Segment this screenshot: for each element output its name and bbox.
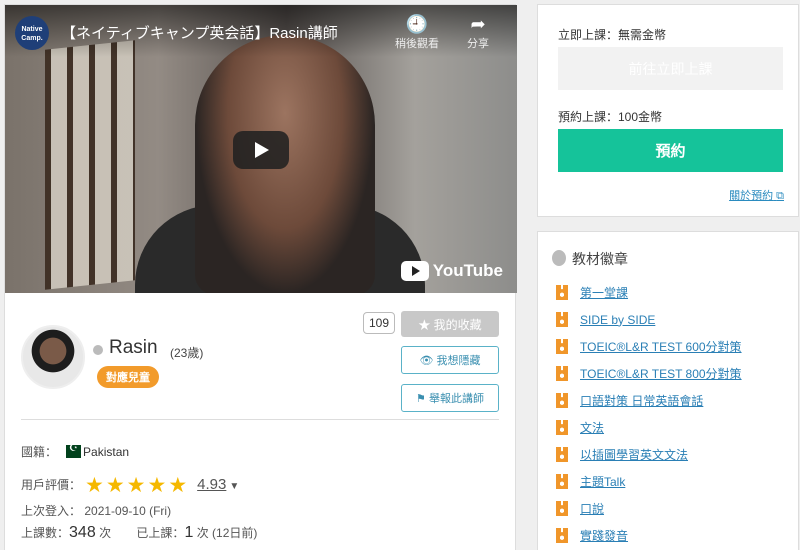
- badge-list-item[interactable]: TOEIC®L&R TEST 600分對策: [556, 333, 742, 360]
- reserve-button[interactable]: 預約: [558, 129, 783, 172]
- last-login-label: 上次登入：: [21, 504, 82, 518]
- country-label: 國籍：: [21, 445, 58, 459]
- badge-list-item[interactable]: 口語對策 日常英語會話: [556, 387, 742, 414]
- teacher-panel: Native Camp. 【ネイティブキャンプ英会話】Rasin講師 🕘 稍後觀…: [4, 4, 517, 550]
- external-link-icon: ⧉: [776, 190, 784, 202]
- badge-list-item[interactable]: 文法: [556, 414, 742, 441]
- taken-unit: 次 (12日前): [196, 526, 258, 540]
- rating-score[interactable]: 4.93: [197, 476, 226, 493]
- divider: [21, 419, 499, 420]
- lessons-unit: 次: [99, 526, 112, 540]
- share-button[interactable]: ➦ 分享: [453, 13, 503, 51]
- country-row: 國籍： Pakistan: [21, 443, 129, 460]
- video-player[interactable]: Native Camp. 【ネイティブキャンプ英会話】Rasin講師 🕘 稍後觀…: [5, 5, 517, 293]
- share-label: 分享: [467, 38, 489, 50]
- badge-medal-icon: [556, 393, 568, 408]
- badge-label: 文法: [580, 421, 605, 435]
- share-icon: ➦: [470, 14, 486, 34]
- badge-label: 以插圖學習英文文法: [580, 448, 689, 462]
- badge-label: 口語對策 日常英語會話: [580, 394, 704, 408]
- youtube-logo[interactable]: YouTube: [400, 261, 503, 281]
- watch-later-button[interactable]: 🕘 稍後觀看: [392, 13, 442, 51]
- video-window-frame: [45, 40, 135, 290]
- badge-label: 口說: [580, 502, 605, 516]
- badge-medal-icon: [556, 285, 568, 300]
- reserve-lesson-label: 預約上課：100金幣: [558, 110, 663, 124]
- badge-label: TOEIC®L&R TEST 800分對策: [580, 367, 742, 381]
- star-rating-icon: ★★★★★: [85, 474, 190, 497]
- lessons-label: 上課數：: [21, 526, 70, 540]
- badge-list-item[interactable]: 口說: [556, 495, 742, 522]
- report-teacher-button[interactable]: ⚑ 舉報此講師: [401, 384, 499, 412]
- kids-support-badge: 對應兒童: [97, 366, 159, 388]
- badge-medal-icon: [556, 474, 568, 489]
- video-title[interactable]: 【ネイティブキャンプ英会話】Rasin講師: [61, 22, 338, 43]
- instant-lesson-label: 立即上課：無需金幣: [558, 28, 667, 42]
- badge-label: TOEIC®L&R TEST 600分對策: [580, 340, 742, 354]
- badge-medal-icon: [556, 339, 568, 354]
- clock-icon: 🕘: [405, 14, 429, 34]
- instant-lesson-button[interactable]: 前往立即上課: [558, 47, 783, 90]
- favorite-button[interactable]: ★ 我的收藏: [401, 311, 499, 337]
- teacher-name: Rasin: [109, 337, 158, 358]
- badge-list: 第一堂課 SIDE by SIDE TOEIC®L&R TEST 600分對策 TOE…: [556, 279, 742, 549]
- material-badges-card: 教材徽章 第一堂課 SIDE by SIDE TOEIC®L&R TEST 600分…: [537, 231, 799, 550]
- avatar: [21, 325, 85, 389]
- channel-logo[interactable]: Native Camp.: [15, 16, 49, 50]
- rating-row: 用戶評價： ★★★★★ 4.93 ▼: [21, 473, 239, 498]
- badge-list-item[interactable]: 第一堂課: [556, 279, 742, 306]
- chevron-down-icon[interactable]: ▼: [229, 481, 239, 492]
- badge-label: SIDE by SIDE: [580, 312, 656, 327]
- badge-list-item[interactable]: 主題Talk: [556, 468, 742, 495]
- teacher-profile: Rasin (23歲) 對應兒童 109 ★ 我的收藏 👁 我想隱藏 ⚑ 舉報此…: [5, 293, 515, 433]
- play-button[interactable]: [233, 131, 289, 169]
- last-login-value: 2021-09-10 (Fri): [84, 504, 172, 518]
- badge-label: 實踐發音: [580, 529, 629, 543]
- badges-title: 教材徽章: [552, 249, 628, 269]
- badge-medal-icon: [556, 447, 568, 462]
- favorite-count: 109: [363, 312, 395, 334]
- badge-label: 主題Talk: [580, 475, 626, 489]
- badges-title-text: 教材徽章: [572, 251, 628, 267]
- youtube-logo-text: YouTube: [432, 261, 503, 280]
- teacher-age: (23歲): [170, 346, 204, 360]
- badge-list-item[interactable]: TOEIC®L&R TEST 800分對策: [556, 360, 742, 387]
- pakistan-flag-icon: [61, 443, 82, 458]
- booking-card: 立即上課：無需金幣 前往立即上課 預約上課：100金幣 預約 關於預約 ⧉: [537, 4, 799, 217]
- last-login-row: 上次登入： 2021-09-10 (Fri): [21, 502, 171, 519]
- watch-later-label: 稍後觀看: [395, 38, 439, 50]
- badge-medal-icon: [556, 528, 568, 543]
- badge-medal-icon: [556, 420, 568, 435]
- country-value: Pakistan: [83, 445, 130, 459]
- hide-teacher-button[interactable]: 👁 我想隱藏: [401, 346, 499, 374]
- medal-icon: [552, 250, 566, 266]
- badge-label: 第一堂課: [580, 286, 629, 300]
- badge-list-item[interactable]: 實踐發音: [556, 522, 742, 549]
- badge-medal-icon: [556, 312, 568, 327]
- rating-label: 用戶評價：: [21, 478, 82, 492]
- badge-medal-icon: [556, 366, 568, 381]
- about-reservation-link[interactable]: 關於預約 ⧉: [729, 187, 784, 203]
- lessons-row: 上課數：348 次 已上課：1 次 (12日前): [21, 524, 257, 542]
- page: Native Camp. 【ネイティブキャンプ英会話】Rasin講師 🕘 稍後觀…: [0, 0, 800, 550]
- teacher-info: 國籍： Pakistan 用戶評價：★★★★★ 4.93▼ 上次登入： 2021-0…: [5, 433, 515, 550]
- youtube-play-icon: [400, 261, 429, 281]
- badge-list-item[interactable]: 以插圖學習英文文法: [556, 441, 742, 468]
- about-reservation-link-text: 關於預約: [729, 190, 774, 202]
- badge-medal-icon: [556, 501, 568, 516]
- taken-count: 1: [184, 524, 194, 541]
- badge-list-item[interactable]: SIDE by SIDE: [556, 306, 742, 333]
- lessons-count: 348: [69, 524, 96, 541]
- online-status-dot: [93, 345, 103, 355]
- taken-label: 已上課：: [136, 526, 185, 540]
